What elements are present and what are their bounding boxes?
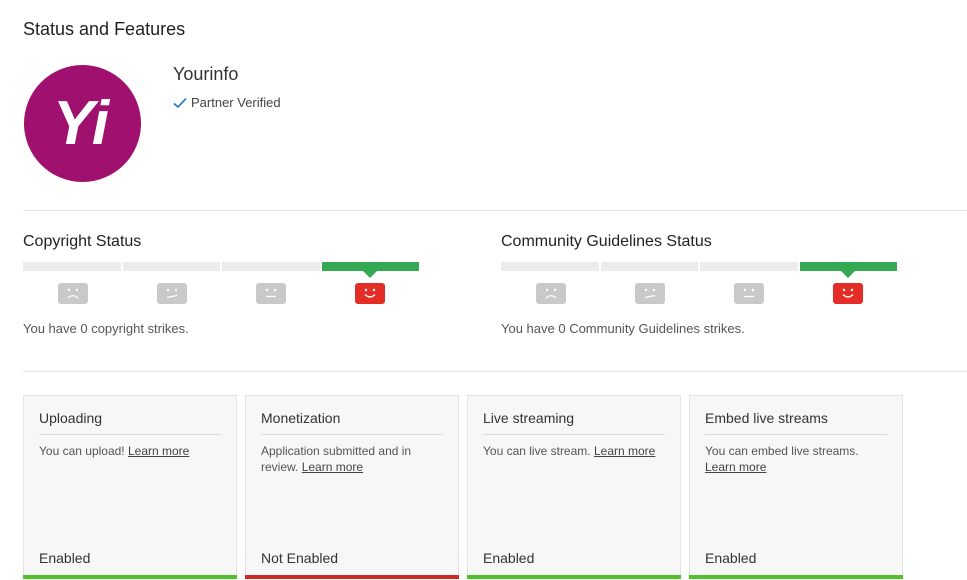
card-description-text: You can live stream. xyxy=(483,444,591,458)
community-strike-meter xyxy=(501,262,897,278)
card-divider xyxy=(261,434,443,435)
community-strike-message: You have 0 Community Guidelines strikes. xyxy=(501,321,745,336)
happy-face-icon xyxy=(832,283,863,304)
strike-segment-active xyxy=(799,262,897,278)
happy-face-icon xyxy=(354,283,385,304)
card-description: You can upload! Learn more xyxy=(39,443,212,459)
copyright-strike-message: You have 0 copyright strikes. xyxy=(23,321,189,336)
card-status-bar xyxy=(467,575,681,579)
copyright-face-row xyxy=(23,283,419,305)
checkmark-icon xyxy=(173,97,187,108)
strike-segment xyxy=(700,262,798,271)
avatar-logo-text: Yi xyxy=(53,89,111,158)
card-title: Embed live streams xyxy=(705,410,828,426)
card-status-bar xyxy=(689,575,903,579)
page-title: Status and Features xyxy=(23,19,186,39)
strike-segment-active xyxy=(321,262,419,278)
card-description: Application submitted and in review. Lea… xyxy=(261,443,434,475)
card-divider xyxy=(39,434,221,435)
card-description-text: You can embed live streams. xyxy=(705,444,859,458)
feature-card-monetization: Monetization Application submitted and i… xyxy=(245,395,459,579)
card-divider xyxy=(483,434,665,435)
verified-label: Partner Verified xyxy=(191,95,281,110)
card-status: Enabled xyxy=(483,550,535,566)
community-status-section: Community Guidelines Status You have 0 C… xyxy=(501,232,901,336)
card-status: Enabled xyxy=(705,550,757,566)
sad-face-icon xyxy=(57,283,88,304)
card-status-bar xyxy=(23,575,237,579)
divider-top xyxy=(23,210,967,211)
strike-segment xyxy=(122,262,220,271)
card-title: Live streaming xyxy=(483,410,575,426)
partner-verified-badge: Partner Verified xyxy=(173,95,281,110)
strike-segment xyxy=(222,262,320,271)
card-title: Uploading xyxy=(39,410,103,426)
feature-card-embed-live-streams: Embed live streams You can embed live st… xyxy=(689,395,903,579)
channel-name[interactable]: Yourinfo xyxy=(173,64,238,85)
neutral-face-icon xyxy=(255,283,286,304)
card-description: You can embed live streams. Learn more xyxy=(705,443,878,475)
learn-more-link[interactable]: Learn more xyxy=(302,460,363,474)
unsure-face-icon xyxy=(634,283,665,304)
card-status: Enabled xyxy=(39,550,91,566)
card-description-text: You can upload! xyxy=(39,444,125,458)
learn-more-link[interactable]: Learn more xyxy=(705,460,766,474)
feature-card-live-streaming: Live streaming You can live stream. Lear… xyxy=(467,395,681,579)
card-description: You can live stream. Learn more xyxy=(483,443,656,459)
unsure-face-icon xyxy=(156,283,187,304)
card-title: Monetization xyxy=(261,410,341,426)
community-face-row xyxy=(501,283,897,305)
feature-cards: Uploading You can upload! Learn more Ena… xyxy=(23,395,911,579)
strike-segment xyxy=(600,262,698,271)
community-status-title: Community Guidelines Status xyxy=(501,233,712,250)
neutral-face-icon xyxy=(733,283,764,304)
divider-middle xyxy=(23,371,967,372)
card-status: Not Enabled xyxy=(261,550,339,566)
copyright-strike-meter xyxy=(23,262,419,278)
learn-more-link[interactable]: Learn more xyxy=(594,444,655,458)
copyright-status-title: Copyright Status xyxy=(23,233,142,250)
strike-segment xyxy=(501,262,599,271)
strike-segment xyxy=(23,262,121,271)
sad-face-icon xyxy=(535,283,566,304)
card-status-bar xyxy=(245,575,459,579)
learn-more-link[interactable]: Learn more xyxy=(128,444,189,458)
copyright-status-section: Copyright Status You have 0 copyright st… xyxy=(23,232,423,336)
channel-avatar[interactable]: Yi xyxy=(24,65,141,182)
feature-card-uploading: Uploading You can upload! Learn more Ena… xyxy=(23,395,237,579)
card-divider xyxy=(705,434,887,435)
